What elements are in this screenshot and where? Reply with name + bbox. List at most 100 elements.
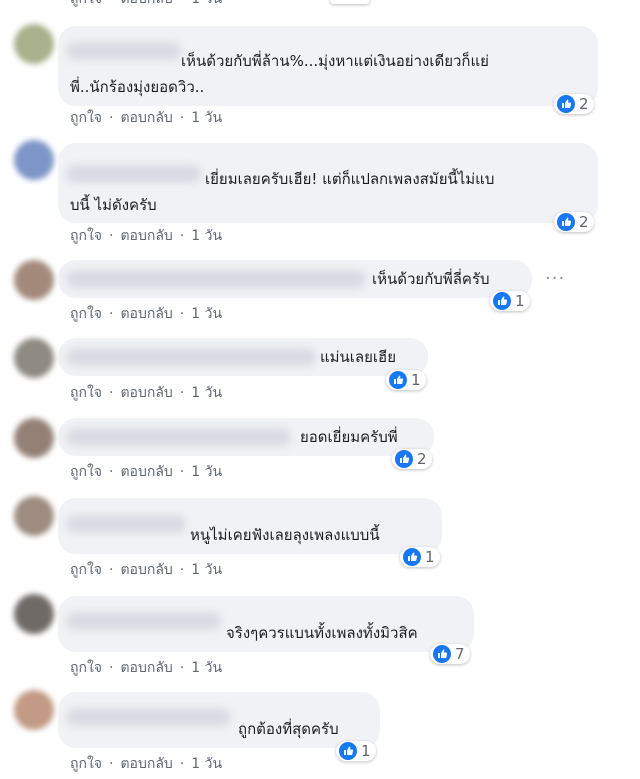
avatar[interactable] xyxy=(14,418,54,458)
reaction-count[interactable]: 1 xyxy=(386,370,426,390)
reaction-count[interactable]: 1 xyxy=(490,291,530,311)
comment-time[interactable]: 1 วัน xyxy=(191,0,222,7)
like-link[interactable]: ถูกใจ xyxy=(70,306,102,322)
separator: · xyxy=(180,0,184,7)
avatar[interactable] xyxy=(14,690,54,730)
comment-actions: ถูกใจ · ตอบกลับ · 1 วัน xyxy=(70,559,222,581)
avatar[interactable] xyxy=(14,140,54,180)
comment-actions: ถูกใจ · ตอบกลับ · 1 วัน xyxy=(70,225,222,247)
thumbs-up-icon xyxy=(433,645,451,663)
thumbs-up-icon xyxy=(557,95,575,113)
reaction-number: 2 xyxy=(417,450,427,468)
comment-time[interactable]: 1 วัน xyxy=(191,110,222,126)
comment-actions: ถูกใจ · ตอบกลับ · 1 วัน xyxy=(70,657,222,679)
reply-link[interactable]: ตอบกลับ xyxy=(120,562,172,578)
reaction-number: 1 xyxy=(411,371,421,389)
commenter-name[interactable] xyxy=(66,515,186,533)
thumbs-up-icon xyxy=(403,548,421,566)
like-link[interactable]: ถูกใจ xyxy=(70,464,102,480)
like-link[interactable]: ถูกใจ xyxy=(70,660,102,676)
comment-time[interactable]: 1 วัน xyxy=(191,660,222,676)
separator: · xyxy=(109,228,114,244)
reaction-number: 2 xyxy=(579,213,589,231)
reply-link[interactable]: ตอบกลับ xyxy=(120,464,172,480)
reaction-number: 7 xyxy=(455,645,465,663)
separator: · xyxy=(179,306,185,322)
thumbs-up-icon xyxy=(493,292,511,310)
like-link[interactable]: ถูกใจ xyxy=(70,228,102,244)
comment-time[interactable]: 1 วัน xyxy=(191,562,222,578)
reaction-count[interactable]: 2 xyxy=(554,212,594,232)
separator: · xyxy=(179,562,185,578)
separator: · xyxy=(109,0,113,7)
reply-link[interactable]: ตอบกลับ xyxy=(120,110,172,126)
thumbs-up-icon xyxy=(557,213,575,231)
comment-text: ยอดเยี่ยมครับพี่ xyxy=(300,428,398,446)
separator: · xyxy=(179,228,185,244)
more-options-icon[interactable]: ··· xyxy=(545,268,565,289)
separator: · xyxy=(109,306,114,322)
comment-actions-partial: ถูกใจ · ตอบกลับ · 1 วัน xyxy=(70,0,222,10)
comment-actions: ถูกใจ · ตอบกลับ · 1 วัน xyxy=(70,107,222,129)
avatar[interactable] xyxy=(14,594,54,634)
comment-actions: ถูกใจ · ตอบกลับ · 1 วัน xyxy=(70,461,222,483)
like-link[interactable]: ถูกใจ xyxy=(70,0,102,7)
thumbs-up-icon xyxy=(389,371,407,389)
reaction-number: 2 xyxy=(579,95,589,113)
comment-actions: ถูกใจ · ตอบกลับ · 1 วัน xyxy=(70,382,222,404)
comment-text: ถูกต้องที่สุดครับ xyxy=(238,720,339,738)
separator: · xyxy=(179,756,185,772)
comment-time[interactable]: 1 วัน xyxy=(191,464,222,480)
avatar[interactable] xyxy=(14,338,54,378)
separator: · xyxy=(109,660,114,676)
like-link[interactable]: ถูกใจ xyxy=(70,385,102,401)
reaction-number: 1 xyxy=(361,742,371,760)
separator: · xyxy=(179,385,185,401)
comment-actions: ถูกใจ · ตอบกลับ · 1 วัน xyxy=(70,753,222,775)
comment-text: เยี่ยมเลยครับเฮีย! แต่ก็แปลกเพลงสมัยนี้ไ… xyxy=(70,170,495,214)
commenter-name[interactable] xyxy=(66,612,221,630)
separator: · xyxy=(109,562,114,578)
commenter-name[interactable] xyxy=(66,428,291,446)
commenter-name[interactable] xyxy=(66,270,366,288)
comment-actions: ถูกใจ · ตอบกลับ · 1 วัน xyxy=(70,303,222,325)
like-link[interactable]: ถูกใจ xyxy=(70,562,102,578)
reaction-number: 1 xyxy=(425,548,435,566)
comment-time[interactable]: 1 วัน xyxy=(191,385,222,401)
comment-time[interactable]: 1 วัน xyxy=(191,756,222,772)
reaction-count[interactable]: 1 xyxy=(400,547,440,567)
like-link[interactable]: ถูกใจ xyxy=(70,110,102,126)
comment-time[interactable]: 1 วัน xyxy=(191,306,222,322)
reaction-number: 1 xyxy=(515,292,525,310)
reaction-count-partial xyxy=(330,0,370,4)
comment-time[interactable]: 1 วัน xyxy=(191,228,222,244)
avatar[interactable] xyxy=(14,496,54,536)
reply-link[interactable]: ตอบกลับ xyxy=(120,306,172,322)
reply-link[interactable]: ตอบกลับ xyxy=(120,0,172,7)
comment-text: แม่นเลยเฮีย xyxy=(320,348,396,366)
comment-text: จริงๆควรแบนทั้งเพลงทั้งมิวสิค xyxy=(226,624,418,642)
commenter-name[interactable] xyxy=(66,708,231,726)
reaction-count[interactable]: 2 xyxy=(554,94,594,114)
separator: · xyxy=(109,110,114,126)
comment-text: หนูไม่เคยฟังเลยลุงเพลงแบบนี้ xyxy=(190,526,380,544)
reply-link[interactable]: ตอบกลับ xyxy=(120,660,172,676)
separator: · xyxy=(179,660,185,676)
reaction-count[interactable]: 7 xyxy=(430,644,470,664)
separator: · xyxy=(179,464,185,480)
avatar[interactable] xyxy=(14,260,54,300)
separator: · xyxy=(109,464,114,480)
thumbs-up-icon xyxy=(395,450,413,468)
reply-link[interactable]: ตอบกลับ xyxy=(120,756,172,772)
thumbs-up-icon xyxy=(339,742,357,760)
separator: · xyxy=(109,385,114,401)
avatar[interactable] xyxy=(14,24,54,64)
like-link[interactable]: ถูกใจ xyxy=(70,756,102,772)
commenter-name[interactable] xyxy=(66,348,316,366)
reply-link[interactable]: ตอบกลับ xyxy=(120,228,172,244)
reaction-count[interactable]: 1 xyxy=(336,741,376,761)
separator: · xyxy=(109,756,114,772)
comment-text: เห็นด้วยกับพี่ล้าน%...มุ่งหาแต่เงินอย่าง… xyxy=(70,52,489,96)
reply-link[interactable]: ตอบกลับ xyxy=(120,385,172,401)
reaction-count[interactable]: 2 xyxy=(392,449,432,469)
